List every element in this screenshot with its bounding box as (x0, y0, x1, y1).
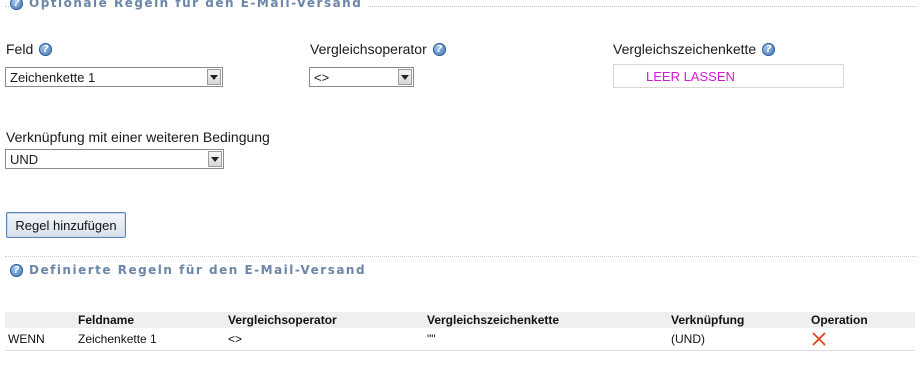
section-legend-optional: ? Optionale Regeln für den E-Mail-Versan… (10, 0, 369, 10)
help-question-icon[interactable]: ? (432, 42, 446, 56)
section-divider (5, 256, 917, 257)
row-operator: <> (228, 332, 243, 346)
help-question-icon[interactable]: ? (10, 0, 23, 10)
section-title-optional: Optionale Regeln für den E-Mail-Versand (29, 0, 363, 10)
compare-input[interactable]: LEER LASSEN (613, 64, 844, 88)
feld-label: Feld ? (6, 41, 53, 57)
add-rule-button[interactable]: Regel hinzufügen (6, 212, 126, 238)
column-header: Operation (808, 312, 915, 328)
row-compare: "" (427, 332, 436, 346)
column-header: Vergleichsoperator (225, 312, 424, 328)
row-feldname: Zeichenkette 1 (78, 332, 157, 346)
operator-label-text: Vergleichsoperator (310, 41, 427, 57)
operator-label: Vergleichsoperator ? (310, 41, 446, 57)
column-header: Vergleichszeichenkette (424, 312, 668, 328)
column-header: Verknüpfung (668, 312, 808, 328)
operator-select-value: <> (314, 69, 330, 85)
compare-label-text: Vergleichszeichenkette (613, 41, 757, 57)
chevron-down-icon[interactable] (207, 69, 221, 85)
delete-x-icon[interactable] (811, 331, 827, 347)
link-select-value: UND (10, 151, 39, 167)
column-header (5, 312, 75, 328)
chevron-down-icon[interactable] (398, 69, 412, 85)
row-prefix: WENN (8, 332, 45, 346)
row-link: (UND) (671, 332, 705, 346)
compare-label: Vergleichszeichenkette ? (613, 41, 776, 57)
help-question-icon[interactable]: ? (10, 263, 23, 277)
table-row: WENN Zeichenkette 1 <> "" (UND) (5, 328, 915, 351)
section-title-defined: Definierte Regeln für den E-Mail-Versand (29, 263, 367, 277)
feld-select[interactable]: Zeichenkette 1 (5, 67, 223, 87)
table-header-row: Feldname Vergleichsoperator Vergleichsze… (5, 312, 915, 328)
row-operation (808, 328, 915, 351)
link-select[interactable]: UND (5, 149, 224, 169)
link-label: Verknüpfung mit einer weiteren Bedingung (6, 129, 270, 145)
column-header: Feldname (75, 312, 225, 328)
feld-label-text: Feld (6, 41, 34, 57)
operator-select[interactable]: <> (309, 67, 414, 87)
section-legend-defined: ? Definierte Regeln für den E-Mail-Versa… (10, 263, 373, 277)
help-question-icon[interactable]: ? (762, 42, 776, 56)
rules-table: Feldname Vergleichsoperator Vergleichsze… (5, 312, 915, 351)
compare-input-placeholder: LEER LASSEN (646, 68, 735, 84)
feld-select-value: Zeichenkette 1 (10, 69, 96, 85)
link-label-text: Verknüpfung mit einer weiteren Bedingung (6, 129, 270, 145)
chevron-down-icon[interactable] (208, 151, 222, 167)
help-question-icon[interactable]: ? (39, 42, 53, 56)
